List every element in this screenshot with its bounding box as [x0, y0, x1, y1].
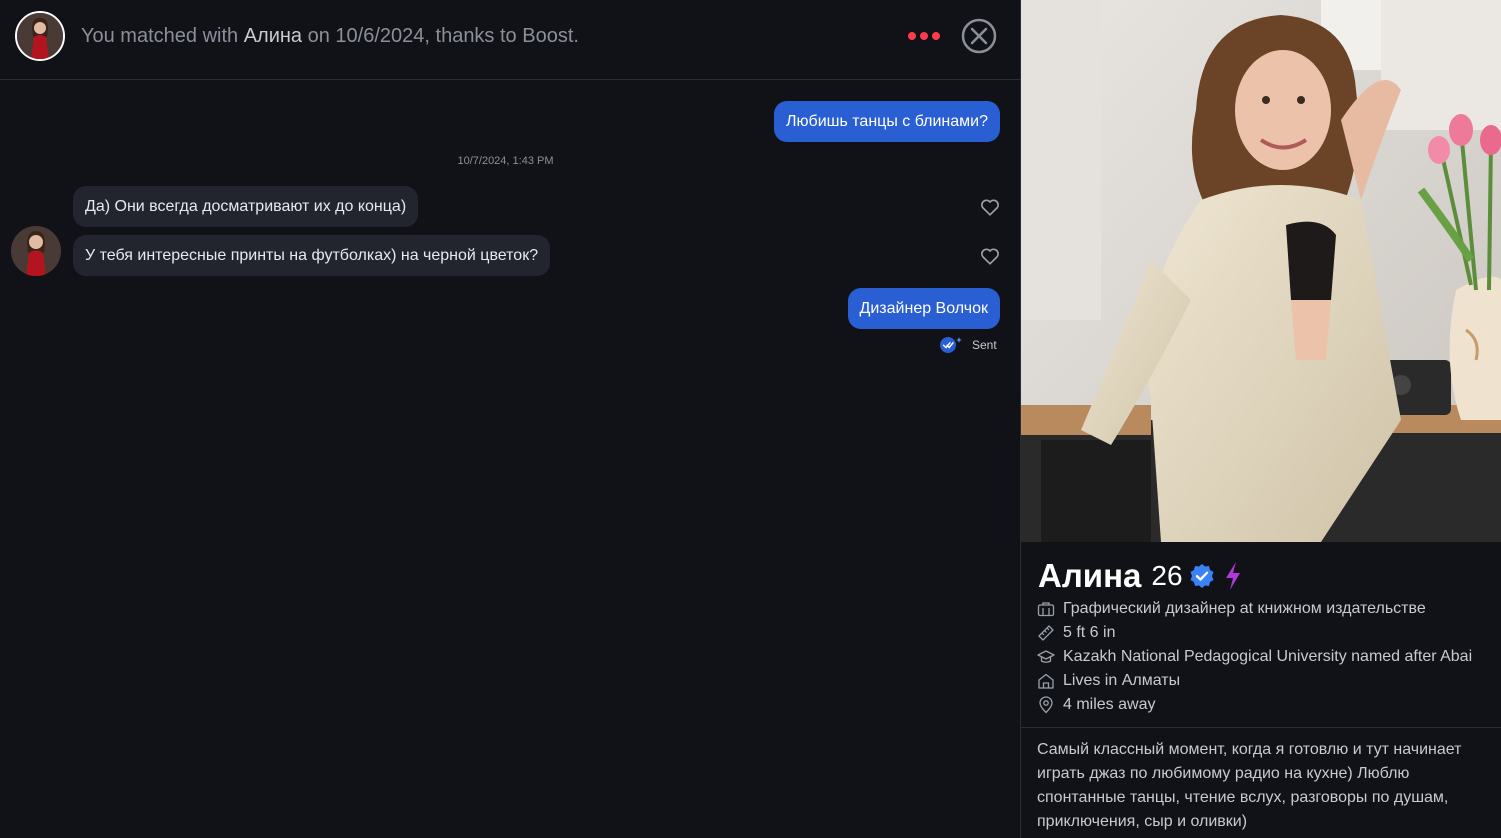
status-label: Sent [972, 338, 997, 352]
close-chat-button[interactable] [961, 18, 997, 54]
match-suffix: on 10/6/2024, thanks to Boost. [302, 25, 579, 47]
heart-icon [981, 199, 999, 216]
read-receipt-icon [940, 337, 962, 353]
school-text: Kazakh National Pedagogical University n… [1063, 648, 1473, 665]
height-info: 5 ft 6 in [1037, 621, 1115, 645]
chat-panel: You matched with Алина on 10/6/2024, tha… [0, 0, 1020, 838]
more-dot [932, 32, 940, 40]
profile-photo[interactable] [1021, 0, 1501, 542]
close-circle-icon [961, 18, 997, 54]
map-pin-icon [1039, 696, 1053, 714]
briefcase-icon [1037, 602, 1055, 617]
distance-text: 4 miles away [1063, 696, 1156, 713]
more-dots-icon [908, 32, 916, 40]
profile-panel: Алина 26 Графический дизайнер at книжном… [1020, 0, 1501, 838]
height-text: 5 ft 6 in [1063, 624, 1116, 641]
outgoing-message[interactable]: Дизайнер Волчок [847, 288, 1000, 329]
job-text: Графический дизайнер at книжном издатель… [1063, 600, 1426, 617]
school-info: Kazakh National Pedagogical University n… [1037, 645, 1472, 669]
heart-icon [981, 248, 999, 265]
distance-info: 4 miles away [1037, 693, 1155, 717]
incoming-message[interactable]: Да) Они всегда досматривают их до конца) [73, 186, 419, 227]
message-status: Sent [939, 336, 997, 354]
outgoing-message[interactable]: Любишь танцы с блинами? [774, 101, 1000, 142]
incoming-message[interactable]: У тебя интересные принты на футболках) н… [73, 235, 551, 276]
match-name: Алина [243, 25, 303, 47]
match-avatar[interactable] [15, 11, 65, 61]
location-info: Lives in Алматы [1037, 669, 1180, 693]
profile-name-row: Алина 26 [1038, 556, 1243, 596]
more-options-button[interactable] [905, 26, 943, 46]
sender-avatar[interactable] [11, 226, 61, 276]
ruler-icon [1038, 625, 1054, 641]
match-info-text: You matched with Алина on 10/6/2024, tha… [81, 25, 579, 48]
job-info: Графический дизайнер at книжном издатель… [1037, 597, 1426, 621]
more-dot [920, 32, 928, 40]
like-message-button[interactable] [979, 245, 1001, 267]
graduation-cap-icon [1037, 650, 1055, 663]
profile-name: Алина [1038, 557, 1142, 594]
profile-age: 26 [1151, 560, 1183, 591]
lives-text: Lives in Алматы [1063, 672, 1181, 689]
boost-bolt-icon [1225, 562, 1240, 590]
match-prefix: You matched with [81, 25, 244, 47]
verified-badge-icon [1190, 564, 1214, 588]
message-timestamp: 10/7/2024, 1:43 PM [457, 155, 554, 167]
like-message-button[interactable] [979, 196, 1001, 218]
profile-bio: Самый классный момент, когда я готовлю и… [1037, 741, 1462, 830]
home-icon [1038, 673, 1054, 689]
profile-divider [1021, 727, 1501, 728]
chat-header: You matched with Алина on 10/6/2024, tha… [0, 0, 1020, 80]
